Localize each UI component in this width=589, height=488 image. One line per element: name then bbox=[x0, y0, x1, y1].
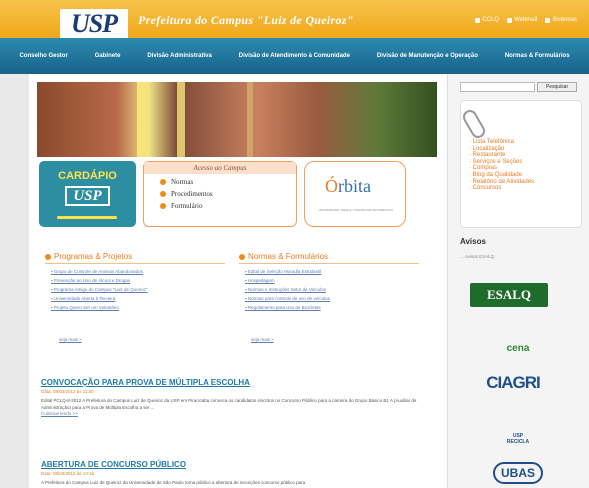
nav-divisao-administrativa[interactable]: Divisão Administrativa bbox=[147, 53, 211, 59]
sidebar-link-servicos[interactable]: Serviços e Seções bbox=[469, 159, 534, 166]
search-input[interactable] bbox=[460, 82, 535, 92]
top-links: CCLQ Webmail Sistemas bbox=[475, 17, 577, 23]
news-date: Data: 08/03/2012 às 13:15 bbox=[41, 471, 95, 476]
sidebar-link-concursos[interactable]: Concursos bbox=[469, 185, 534, 192]
news-excerpt: Edital PCLQ-8-2012 A Prefeitura do Campu… bbox=[41, 398, 417, 410]
sidebar-link-localizacao[interactable]: Localização bbox=[469, 146, 534, 153]
search-button[interactable]: Pesquisar bbox=[537, 82, 577, 92]
news-continue-link[interactable]: Continue lendo >> bbox=[41, 411, 431, 416]
mail-icon bbox=[507, 17, 513, 23]
news-excerpt: A Prefeitura do Campus Luiz de Queiroz d… bbox=[41, 480, 306, 485]
cardapio-usp-logo: USP bbox=[65, 186, 110, 206]
list-item[interactable]: Hospedagem bbox=[245, 278, 419, 283]
nav-divisao-atendimento[interactable]: Divisão de Atendimento à Comunidade bbox=[239, 53, 350, 59]
top-link-label: CCLQ bbox=[482, 17, 500, 23]
orbita-subtitle: INCUBADORA • ESALQ • DIVISÃO DE INFORMÁT… bbox=[319, 208, 393, 212]
usp-logo[interactable]: USP bbox=[60, 9, 128, 38]
bullet-icon bbox=[160, 179, 166, 185]
list-item[interactable]: Prevenção ao Uso de Álcool e Drogas bbox=[51, 278, 225, 283]
orbita-banner[interactable]: Órbita INCUBADORA • ESALQ • DIVISÃO DE I… bbox=[304, 161, 406, 227]
esalq-logo[interactable]: ESALQ bbox=[470, 283, 548, 307]
paperclip-icon bbox=[460, 107, 488, 141]
list-item[interactable]: Universidade Aberta à Terceira bbox=[51, 296, 225, 301]
normas-more-link[interactable]: veja mais » bbox=[251, 337, 274, 342]
list-item[interactable]: Grupo de Controle de Animais Abandonados bbox=[51, 269, 225, 274]
news-date: Data: 08/03/2012 às 11:30 bbox=[41, 389, 94, 394]
sidebar-link-compras[interactable]: Compras bbox=[469, 165, 534, 172]
programas-more-link[interactable]: veja mais » bbox=[59, 337, 82, 342]
bullet-icon bbox=[239, 253, 245, 260]
gear-icon bbox=[545, 17, 551, 23]
news-title[interactable]: CONVOCAÇÃO PARA PROVA DE MÚLTIPLA ESCOLH… bbox=[41, 378, 431, 387]
cardapio-banner[interactable]: CARDÁPIO USP bbox=[39, 161, 136, 227]
home-icon bbox=[475, 17, 481, 23]
campus-banner-image bbox=[37, 82, 437, 157]
acesso-campus-box: Acesso ao Campus Normas Procedimentos Fo… bbox=[143, 161, 297, 227]
bullet-icon bbox=[45, 253, 51, 260]
nav-gabinete[interactable]: Gabinete bbox=[95, 53, 121, 59]
list-item[interactable]: Programa Amigo do Campus "Luiz de Queiro… bbox=[51, 287, 225, 292]
acesso-heading: Acesso ao Campus bbox=[144, 162, 296, 174]
acesso-item-formulario[interactable]: Formulário bbox=[144, 202, 296, 210]
site-title[interactable]: Prefeitura do Campus "Luiz de Queiroz" bbox=[138, 13, 354, 28]
list-item[interactable]: Normas para controle de uso de veículos bbox=[245, 296, 419, 301]
top-link-label: Webmail bbox=[514, 17, 538, 23]
normas-formularios: Normas & Formulários Edital de Seleção M… bbox=[239, 252, 419, 310]
cardapio-title: CARDÁPIO bbox=[58, 170, 117, 182]
header-bar: USP Prefeitura do Campus "Luiz de Queiro… bbox=[0, 0, 589, 38]
top-link-cclq[interactable]: CCLQ bbox=[475, 17, 499, 23]
bullet-icon bbox=[160, 203, 166, 209]
sidebar-link-lista-telefonica[interactable]: Lista Telefônica bbox=[469, 139, 534, 146]
acesso-item-normas[interactable]: Normas bbox=[144, 178, 296, 186]
avisos-title: Avisos bbox=[460, 237, 486, 246]
main-content: CARDÁPIO USP Acesso ao Campus Normas Pro… bbox=[29, 74, 447, 488]
nav-divisao-manutencao[interactable]: Divisão de Manutenção e Operação bbox=[377, 53, 478, 59]
news-title[interactable]: ABERTURA DE CONCURSO PÚBLICO bbox=[41, 460, 431, 469]
quick-links-box: Lista Telefônica Localização Restaurante… bbox=[460, 100, 582, 228]
list-item[interactable]: Normas e Instruções Setor de Veículos bbox=[245, 287, 419, 292]
programas-projetos: Programas & Projetos Grupo de Controle d… bbox=[45, 252, 225, 310]
ubas-logo[interactable]: UBAS bbox=[493, 462, 543, 484]
news-item: CONVOCAÇÃO PARA PROVA DE MÚLTIPLA ESCOLH… bbox=[41, 378, 431, 416]
programas-heading[interactable]: Programas & Projetos bbox=[45, 252, 225, 264]
ciagri-logo[interactable]: CIAGRI bbox=[473, 370, 553, 396]
list-item[interactable]: Edital de Seleção Moradia Estudantil bbox=[245, 269, 419, 274]
nav-normas-formularios[interactable]: Normas & Formulários bbox=[505, 53, 570, 59]
sidebar: Pesquisar Lista Telefônica Localização R… bbox=[447, 74, 589, 488]
usp-recicla-logo[interactable]: USP RECICLA bbox=[493, 419, 543, 453]
normas-heading[interactable]: Normas & Formulários bbox=[239, 252, 419, 264]
sidebar-link-restaurante[interactable]: Restaurante bbox=[469, 152, 534, 159]
bullet-icon bbox=[160, 191, 166, 197]
avisos-link[interactable]: ... Avisos ESALQ bbox=[460, 254, 494, 259]
top-link-label: Sistemas bbox=[552, 17, 577, 23]
orbita-logo: Órbita bbox=[325, 176, 371, 196]
news-item: ABERTURA DE CONCURSO PÚBLICO Data: 08/03… bbox=[41, 460, 431, 486]
main-nav: Conselho Gestor Gabinete Divisão Adminis… bbox=[0, 38, 589, 74]
sidebar-link-blog[interactable]: Blog da Qualidade bbox=[469, 172, 534, 179]
acesso-item-procedimentos[interactable]: Procedimentos bbox=[144, 190, 296, 198]
list-item[interactable]: Projeto Quero Ser um Voluntário bbox=[51, 305, 225, 310]
nav-conselho-gestor[interactable]: Conselho Gestor bbox=[19, 53, 67, 59]
sidebar-link-relatorio[interactable]: Relatório de Atividades bbox=[469, 179, 534, 186]
top-link-webmail[interactable]: Webmail bbox=[507, 17, 537, 23]
list-item[interactable]: Regulamento para Uso de Bicicletas bbox=[245, 305, 419, 310]
cena-logo[interactable]: cena bbox=[498, 326, 538, 356]
top-link-sistemas[interactable]: Sistemas bbox=[545, 17, 577, 23]
cutlery-icon bbox=[57, 216, 117, 219]
